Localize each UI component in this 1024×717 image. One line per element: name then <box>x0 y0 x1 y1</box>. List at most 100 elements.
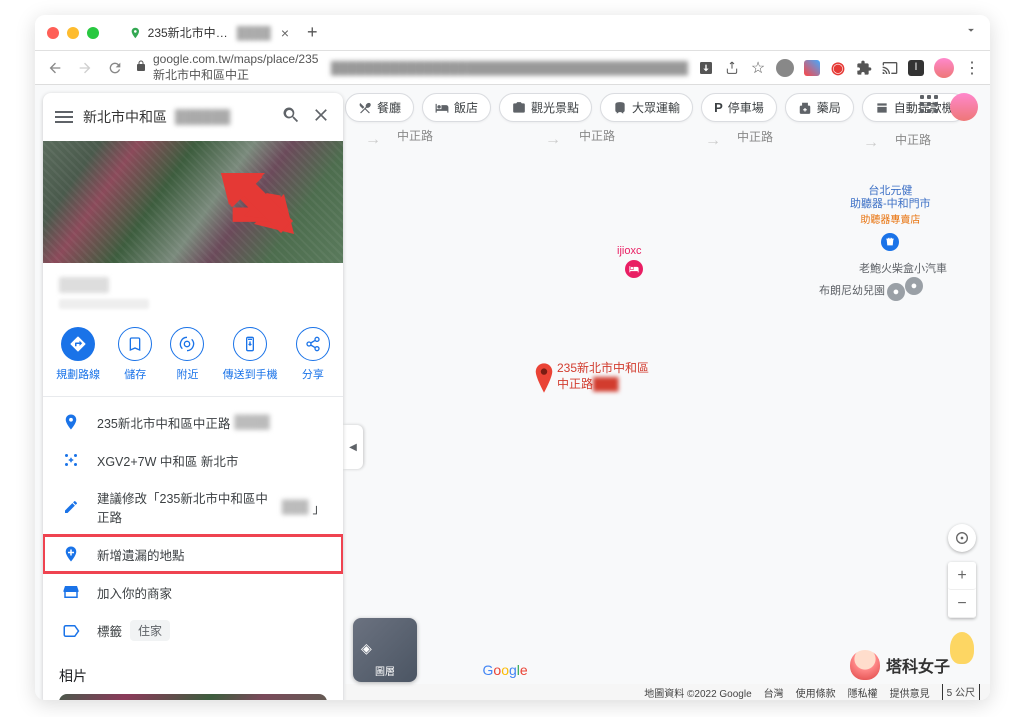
poi-kinder-pin[interactable]: ● <box>887 283 905 301</box>
reload-button[interactable] <box>105 58 125 78</box>
poi-label: 老鮑火柴盒小汽車 <box>859 263 947 276</box>
browser-menu-icon[interactable]: ⋮ <box>964 60 980 76</box>
zoom-controls: + − <box>948 562 976 618</box>
bookmark-icon[interactable]: ☆ <box>750 60 766 76</box>
place-subtitle-blurred <box>59 299 149 309</box>
detail-pluscode[interactable]: XGV2+7W 中和區 新北市 <box>43 441 343 479</box>
watermark-avatar-icon <box>850 650 880 680</box>
address-bar: google.com.tw/maps/place/235新北市中和區中正 ███… <box>35 51 990 85</box>
lodging-pin-icon <box>625 260 643 278</box>
account-avatar[interactable] <box>950 93 978 121</box>
zoom-out-button[interactable]: − <box>948 590 976 618</box>
poi-car[interactable]: 老鮑火柴盒小汽車 <box>859 263 947 276</box>
url-field[interactable]: google.com.tw/maps/place/235新北市中和區中正 ███… <box>135 52 688 83</box>
detail-add-business[interactable]: 加入你的商家 <box>43 573 343 611</box>
bookmark-icon <box>118 327 152 361</box>
poi-label: 台北元健 助聽器-中和門市 <box>850 185 931 211</box>
detail-label[interactable]: 標籤住家 <box>43 611 343 650</box>
main-location-pin[interactable]: 235新北市中和區 中正路███ <box>533 363 555 398</box>
titlebar: 235新北市中和區 ████ × + <box>35 15 990 51</box>
google-logo: Google <box>483 662 528 678</box>
content-area: 中正路 → 中正路 → 中正路 → 中正路 → ijioxc 台北元健 助聽器-… <box>35 85 990 700</box>
share-icon[interactable] <box>724 60 740 76</box>
zoom-in-button[interactable]: + <box>948 562 976 590</box>
window-dropdown-icon[interactable] <box>964 23 978 42</box>
red-arrow-annotation <box>221 173 301 243</box>
poi-ijioxc[interactable]: ijioxc <box>617 245 641 258</box>
chip-restaurants[interactable]: 餐廳 <box>345 93 414 122</box>
footer-privacy[interactable]: 隱私權 <box>848 685 878 700</box>
extension1-icon[interactable] <box>776 59 794 77</box>
label-icon <box>61 621 81 641</box>
install-app-icon[interactable] <box>698 60 714 76</box>
directions-button[interactable]: 規劃路線 <box>56 327 100 382</box>
layers-button[interactable]: 圖層 <box>353 618 417 682</box>
chip-hotels[interactable]: 飯店 <box>422 93 491 122</box>
save-button[interactable]: 儲存 <box>118 327 152 382</box>
detail-address[interactable]: 235新北市中和區中正路████ <box>43 403 343 441</box>
tab-close-icon[interactable]: × <box>281 25 289 41</box>
map-controls: + − <box>948 524 976 664</box>
tab-strip: 235新北市中和區 ████ × + <box>119 18 318 47</box>
back-button[interactable] <box>45 58 65 78</box>
footer-scale: 5 公尺 <box>942 684 980 701</box>
clear-search-button[interactable] <box>311 105 331 130</box>
category-chips: 餐廳 飯店 觀光景點 大眾運輸 P停車場 藥局 自動提款機 <box>345 93 967 122</box>
label-pill: 住家 <box>130 620 170 641</box>
detail-add-missing-place[interactable]: 新增遺漏的地點 <box>43 535 343 573</box>
detail-suggest-edit[interactable]: 建議修改「235新北市中和區中正路███」 <box>43 479 343 535</box>
photos-section: 相片 <box>43 656 343 700</box>
generic-pin-icon: ● <box>905 277 923 295</box>
chip-transit[interactable]: 大眾運輸 <box>600 93 693 122</box>
red-pin-icon <box>533 363 555 393</box>
extensions-puzzle-icon[interactable] <box>856 60 872 76</box>
close-window-button[interactable] <box>47 27 59 39</box>
poi-label: 布朗尼幼兒園 <box>819 285 885 298</box>
menu-button[interactable] <box>55 108 73 126</box>
new-tab-button[interactable]: + <box>307 22 318 43</box>
maximize-window-button[interactable] <box>87 27 99 39</box>
extension2-icon[interactable] <box>804 60 820 76</box>
forward-button[interactable] <box>75 58 95 78</box>
poi-car-pin[interactable]: ● <box>905 277 923 295</box>
poi-hearing-aid[interactable]: 台北元健 助聽器-中和門市 助聽器專賣店 <box>850 185 931 251</box>
detail-list: 235新北市中和區中正路████ XGV2+7W 中和區 新北市 建議修改「23… <box>43 397 343 656</box>
photo-thumbnail[interactable] <box>59 694 327 700</box>
poi-ijioxc-pin[interactable] <box>625 260 643 278</box>
cast-icon[interactable] <box>882 60 898 76</box>
window-controls <box>47 27 99 39</box>
send-to-phone-button[interactable]: 傳送到手機 <box>223 327 278 382</box>
footer-terms[interactable]: 使用條款 <box>796 685 836 700</box>
footer-region[interactable]: 台灣 <box>764 685 784 700</box>
profile-avatar-icon[interactable] <box>934 58 954 78</box>
footer-feedback[interactable]: 提供意見 <box>890 685 930 700</box>
share-button[interactable]: 分享 <box>296 327 330 382</box>
road-label: 中正路 <box>397 127 433 144</box>
directions-icon <box>61 327 95 361</box>
minimize-window-button[interactable] <box>67 27 79 39</box>
road-arrow-icon: → <box>705 132 721 150</box>
extension4-icon[interactable]: Ⅰ <box>908 60 924 76</box>
browser-tab[interactable]: 235新北市中和區 ████ × <box>119 18 299 47</box>
footer-mapdata[interactable]: 地圖資料 ©2022 Google <box>644 685 751 700</box>
chip-attractions[interactable]: 觀光景點 <box>499 93 592 122</box>
google-apps-button[interactable] <box>920 95 944 119</box>
nearby-button[interactable]: 附近 <box>170 327 204 382</box>
chip-parking[interactable]: P停車場 <box>701 93 777 122</box>
chip-pharmacy[interactable]: 藥局 <box>785 93 854 122</box>
poi-sublabel: 助聽器專賣店 <box>860 215 920 227</box>
road-label: 中正路 <box>895 131 931 148</box>
search-button[interactable] <box>281 105 301 130</box>
add-place-icon <box>61 544 81 564</box>
road-arrow-icon: → <box>365 131 381 149</box>
poi-kindergarten[interactable]: 布朗尼幼兒園 <box>819 285 885 298</box>
collapse-panel-button[interactable]: ◀ <box>343 425 363 469</box>
url-blurred: ████████████████████████████████████████… <box>331 61 688 75</box>
road-arrow-icon: → <box>863 134 879 152</box>
extension3-icon[interactable]: ◉ <box>830 60 846 76</box>
road-label: 中正路 <box>579 127 615 144</box>
recenter-button[interactable] <box>948 524 976 552</box>
road-label: 中正路 <box>737 128 773 145</box>
pegman-button[interactable] <box>950 632 974 664</box>
poi-label: ijioxc <box>617 245 641 258</box>
